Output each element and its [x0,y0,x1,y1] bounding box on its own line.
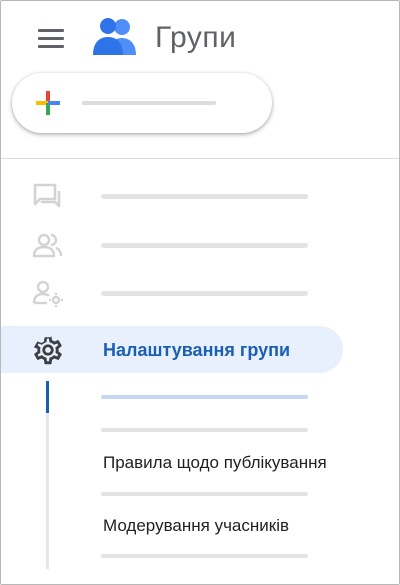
new-conversation-button[interactable] [12,73,272,133]
members-icon [31,231,65,261]
nav-item-conversations[interactable] [1,174,399,218]
plus-icon [34,89,62,117]
nav-label-placeholder [101,243,308,248]
subnav-item-placeholder[interactable] [101,554,308,558]
subnav-item-posting-rules[interactable]: Правила щодо публікування [103,453,327,473]
app-title: Групи [155,21,237,54]
subnav-item-placeholder[interactable] [101,492,308,496]
nav-label-placeholder [101,291,308,296]
app-header: Групи [1,1,399,73]
subnav-item-placeholder[interactable] [101,428,308,432]
divider [1,158,399,159]
conversations-icon [31,182,65,212]
nav-item-group-settings[interactable]: Налаштування групи [1,326,343,373]
groups-logo-icon [91,15,139,59]
hamburger-menu-icon[interactable] [38,29,66,49]
nav-label-placeholder [101,194,308,199]
subnav-item-member-moderation[interactable]: Модерування учасників [103,516,289,536]
nav-item-label: Налаштування групи [103,340,291,360]
member-settings-icon [31,279,65,309]
nav-item-member-settings[interactable] [1,271,399,315]
subnav-item-selected[interactable] [101,395,308,399]
groups-sidebar-panel: Групи Налаштування групи Правила щодо пу… [0,0,400,585]
button-label-placeholder [82,101,216,105]
nav-item-members[interactable] [1,223,399,267]
settings-gear-icon [31,333,65,367]
subnav-active-indicator [46,381,49,413]
